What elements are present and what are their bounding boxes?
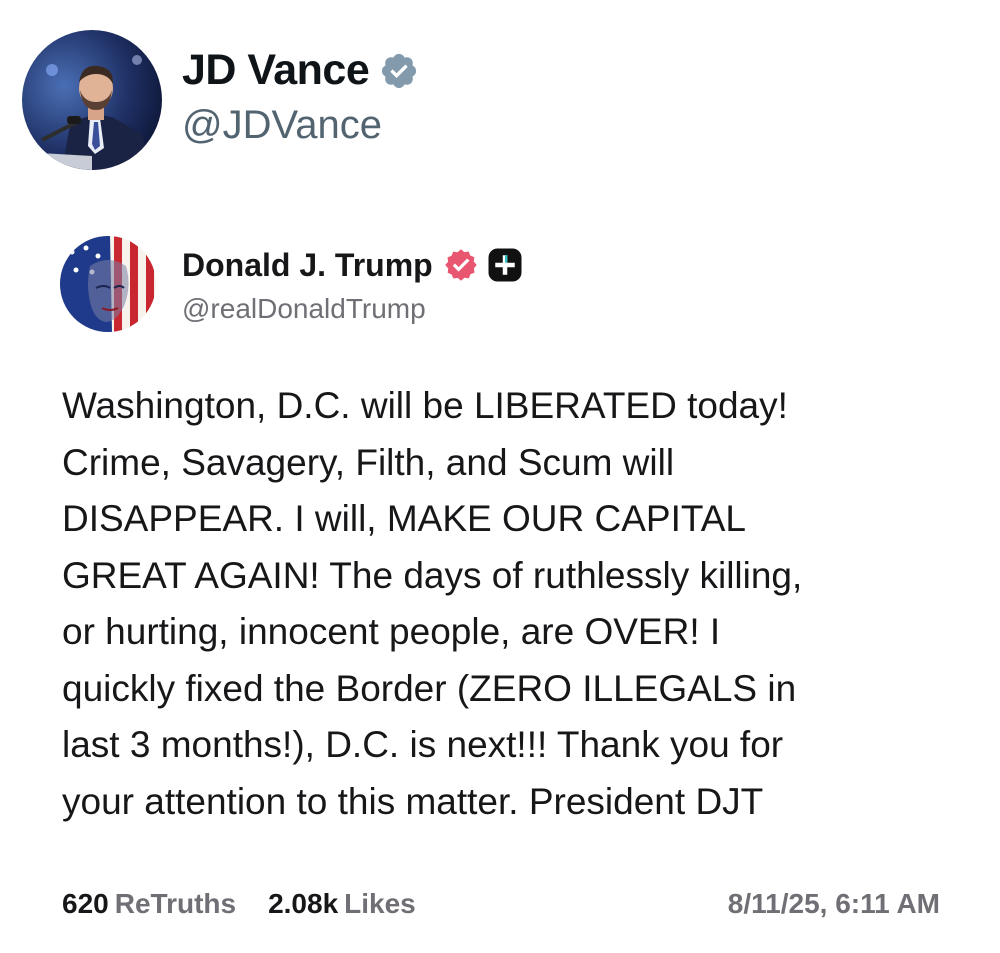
post-text-line: last 3 months!), D.C. is next!!! Thank y… [62, 724, 784, 765]
quoted-author-name[interactable]: Donald J. Trump [182, 247, 433, 284]
post-text-line: your attention to this matter. President… [62, 780, 764, 822]
likes-count: 2.08k [268, 888, 339, 919]
verified-badge-icon [382, 53, 417, 88]
likes-stat[interactable]: 2.08k Likes [268, 888, 416, 920]
retruths-stat[interactable]: 620 ReTruths [62, 888, 236, 920]
quoted-post-header: Donald J. Trump @realDonaldTrump [60, 236, 523, 332]
post-timestamp[interactable]: 8/11/25, 6:11 AM [728, 888, 940, 920]
post-text-line: or hurting, innocent people, are OVER! I [62, 611, 721, 652]
quoted-avatar[interactable] [60, 236, 156, 332]
post-text-line: Crime, Savagery, Filth, and Scum will [62, 441, 675, 483]
retruths-count: 620 [62, 888, 109, 919]
retruths-label: ReTruths [114, 888, 237, 919]
post-stats: 620 ReTruths 2.08k Likes 8/11/25, 6:11 AM [62, 888, 940, 920]
avatar-photo-icon [22, 30, 162, 170]
likes-label: Likes [344, 888, 416, 919]
post-text-line: DISAPPEAR. I will, MAKE OUR CAPITAL [62, 498, 746, 539]
post-text-line: quickly fixed the Border (ZERO ILLEGALS … [62, 667, 797, 709]
avatar[interactable] [22, 30, 162, 170]
post-text: Washington, D.C. will be LIBERATED today… [62, 378, 962, 830]
flag-portrait-icon [60, 236, 156, 332]
outer-post-header: JD Vance @JDVance [22, 30, 419, 170]
post-text-line: Washington, D.C. will be LIBERATED today… [62, 385, 788, 426]
quoted-author-handle[interactable]: @realDonaldTrump [182, 293, 523, 325]
author-handle[interactable]: @JDVance [182, 103, 419, 148]
post-text-line: GREAT AGAIN! The days of ruthlessly kill… [62, 554, 803, 596]
verified-badge-icon [444, 249, 477, 281]
author-name[interactable]: JD Vance [182, 46, 370, 95]
plus-badge-icon [488, 248, 522, 282]
